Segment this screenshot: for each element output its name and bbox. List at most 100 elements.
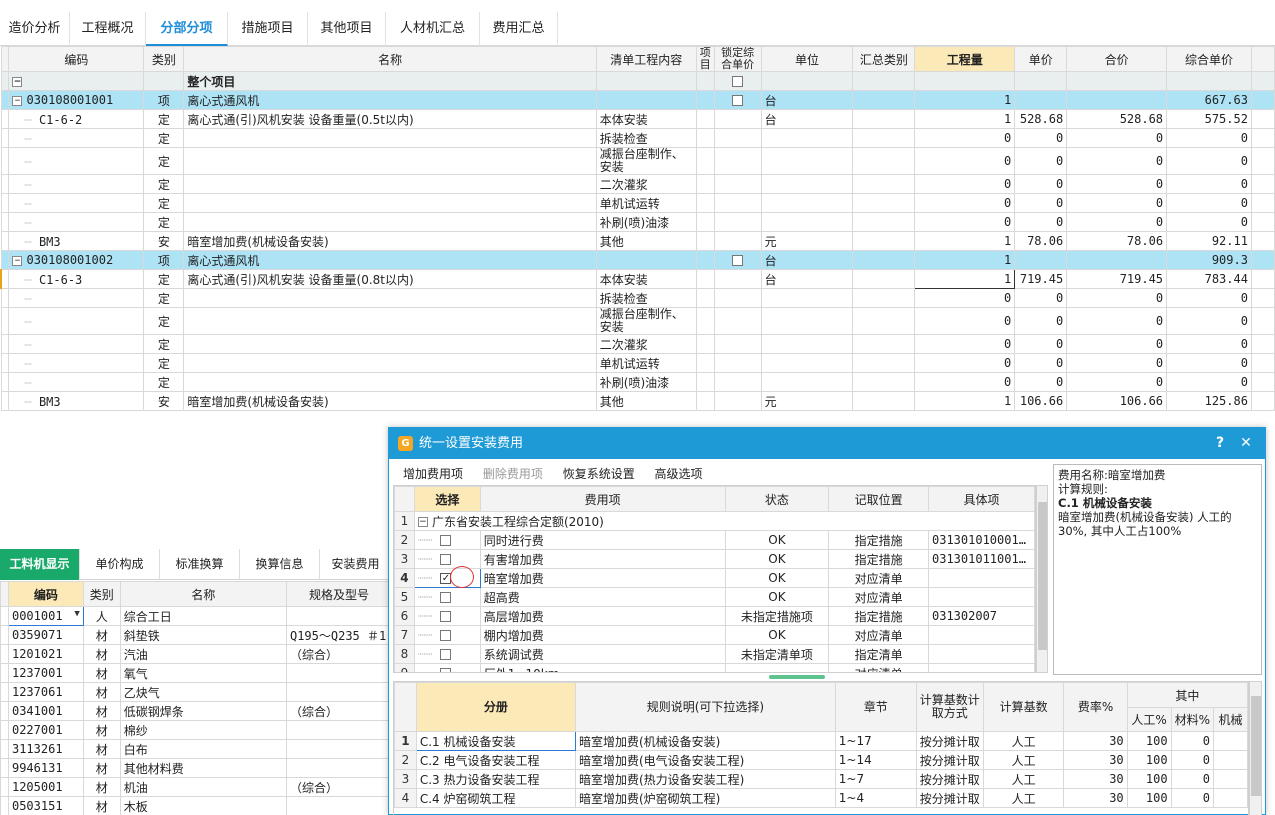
lock-cell[interactable] <box>713 372 762 392</box>
unit-price-cell[interactable] <box>1014 250 1068 270</box>
rate-cell[interactable]: 30 <box>1063 731 1128 751</box>
rule-row[interactable]: 1 C.1 机械设备安装 暗室增加费(机械设备安装) 1~17 按分摊计取 人工 30 100… <box>394 731 1248 751</box>
table-row[interactable]: 0341001 材低碳钢焊条 （综合） <box>0 701 392 721</box>
table-row[interactable]: 1237001 材氧气 <box>0 663 392 683</box>
composite-price-cell[interactable]: 0 <box>1166 353 1252 373</box>
type-cell[interactable]: 材 <box>82 644 121 664</box>
unit-price-cell[interactable]: 0 <box>1014 193 1068 213</box>
total-price-cell[interactable]: 0 <box>1066 212 1168 232</box>
machine-pct-cell[interactable] <box>1213 769 1248 789</box>
code-cell[interactable]: 0359071 <box>7 625 84 645</box>
rule-row[interactable]: 2 C.2 电气设备安装工程 暗室增加费(电气设备安装工程) 1~14 按分摊计取 人工 3… <box>394 750 1248 770</box>
column-header[interactable]: 汇总类别 <box>852 46 916 72</box>
unit-price-cell[interactable]: 0 <box>1014 147 1068 175</box>
name-cell[interactable] <box>183 193 597 213</box>
detail-tab-4[interactable]: 安装费用 <box>320 549 392 580</box>
name-cell[interactable]: 离心式通(引)风机安装 设备重量(0.5t以内) <box>183 109 597 129</box>
unit-price-cell[interactable]: 0 <box>1014 288 1068 308</box>
content-cell[interactable]: 减振台座制作、安装 <box>595 147 697 175</box>
fee-name-cell[interactable]: 同时进行费 <box>479 530 726 550</box>
spec-cell[interactable] <box>285 606 392 626</box>
summary-type-cell[interactable] <box>852 334 916 354</box>
content-cell[interactable]: 单机试运转 <box>595 193 697 213</box>
calc-mode-cell[interactable]: 按分摊计取 <box>915 750 984 770</box>
chapter-cell[interactable]: 1~4 <box>834 788 917 808</box>
collapse-icon[interactable]: − <box>12 255 23 266</box>
unit-cell[interactable]: 元 <box>760 231 854 251</box>
unit-cell[interactable]: 台 <box>760 269 854 289</box>
unit-price-cell[interactable]: 0 <box>1014 353 1068 373</box>
book-cell[interactable]: C.3 热力设备安装工程 <box>415 769 577 789</box>
content-cell[interactable]: 补刷(喷)油漆 <box>595 212 697 232</box>
calc-base-cell[interactable]: 人工 <box>982 769 1065 789</box>
table-row[interactable]: −030108001002 项离心式通风机台 1 909.3 <box>0 250 1275 270</box>
fee-row[interactable]: 2 ┈┈ 同时进行费 OK 指定措施 031301010001… <box>394 530 1035 550</box>
name-cell[interactable]: 棉纱 <box>119 720 287 740</box>
tab-0[interactable]: 造价分析 <box>0 12 70 46</box>
specific-item-cell[interactable]: 031301011001… <box>928 549 1035 569</box>
tab-3[interactable]: 措施项目 <box>228 12 308 46</box>
type-cell[interactable]: 定 <box>143 212 185 232</box>
quantity-cell[interactable]: 0 <box>914 174 1016 194</box>
code-cell[interactable]: ┈ C1-6-2 <box>8 109 145 129</box>
collapse-icon[interactable]: − <box>12 95 23 106</box>
quantity-cell[interactable]: 0 <box>914 288 1016 308</box>
labor-pct-cell[interactable]: 100 <box>1126 788 1172 808</box>
name-cell[interactable]: 乙炔气 <box>119 682 287 702</box>
type-cell[interactable]: 定 <box>143 193 185 213</box>
column-header[interactable]: 类别 <box>143 46 185 72</box>
dropdown-arrow-icon[interactable]: ▼ <box>74 609 79 619</box>
quantity-cell[interactable]: 0 <box>914 128 1016 148</box>
spec-cell[interactable]: （综合） <box>285 644 392 664</box>
delete-fee-item-button[interactable]: 删除费用项 <box>483 464 543 484</box>
column-header[interactable]: 项目 <box>695 46 715 72</box>
fee-row[interactable]: 3 ┈┈ 有害增加费 OK 指定措施 031301011001… <box>394 549 1035 569</box>
code-cell[interactable]: 0001001 ▼ <box>7 606 84 626</box>
column-header[interactable]: 机械 <box>1213 707 1248 732</box>
type-cell[interactable]: 定 <box>143 288 185 308</box>
table-row[interactable]: ┈ 定拆装检查 0 0 0 0 <box>0 128 1275 148</box>
column-header[interactable]: 规则说明(可下拉选择) <box>575 682 836 732</box>
lock-cell[interactable] <box>713 269 762 289</box>
collapse-icon[interactable]: − <box>417 517 428 527</box>
content-cell[interactable]: 二次灌浆 <box>595 334 697 354</box>
type-cell[interactable]: 材 <box>82 625 121 645</box>
specific-item-cell[interactable] <box>928 587 1035 607</box>
type-cell[interactable]: 材 <box>82 739 121 759</box>
name-cell[interactable] <box>183 174 597 194</box>
code-cell[interactable]: ┈ <box>8 212 145 232</box>
name-cell[interactable]: 汽油 <box>119 644 287 664</box>
column-header[interactable]: 类别 <box>82 581 121 607</box>
composite-price-cell[interactable]: 92.11 <box>1166 231 1252 251</box>
lock-checkbox[interactable] <box>732 255 744 266</box>
table-row[interactable]: ┈ 定单机试运转 0 0 0 0 <box>0 193 1275 213</box>
add-fee-item-button[interactable]: 增加费用项 <box>403 464 463 484</box>
code-cell[interactable]: ┈ C1-6-3 <box>8 269 145 289</box>
tab-5[interactable]: 人材机汇总 <box>386 12 480 46</box>
position-cell[interactable]: 指定措施 <box>828 606 929 626</box>
content-cell[interactable]: 本体安装 <box>595 269 697 289</box>
table-row[interactable]: ┈ 定拆装检查 0 0 0 0 <box>0 288 1275 308</box>
specific-item-cell[interactable]: 031301010001… <box>928 530 1035 550</box>
unit-cell[interactable] <box>760 353 854 373</box>
type-cell[interactable]: 安 <box>143 391 185 411</box>
table-row[interactable]: 9946131 材其他材料费 <box>0 758 392 778</box>
composite-price-cell[interactable]: 0 <box>1166 147 1252 175</box>
code-cell[interactable]: 1237061 <box>7 682 84 702</box>
name-cell[interactable] <box>183 334 597 354</box>
column-header[interactable]: 章节 <box>834 682 917 732</box>
select-checkbox[interactable] <box>440 630 452 641</box>
lock-checkbox[interactable] <box>732 95 744 106</box>
table-row[interactable]: 0503151 材木板 <box>0 796 392 815</box>
column-header[interactable]: 记取位置 <box>828 486 929 512</box>
rule-cell[interactable]: 暗室增加费(机械设备安装) <box>575 731 836 751</box>
name-cell[interactable]: 白布 <box>119 739 287 759</box>
composite-price-cell[interactable]: 0 <box>1166 128 1252 148</box>
unit-price-cell[interactable]: 0 <box>1014 174 1068 194</box>
code-cell[interactable]: 1237001 <box>7 663 84 683</box>
type-cell[interactable]: 人 <box>82 606 121 626</box>
summary-type-cell[interactable] <box>852 391 916 411</box>
composite-price-cell[interactable]: 0 <box>1166 288 1252 308</box>
lock-cell[interactable] <box>713 128 762 148</box>
lock-cell[interactable] <box>713 307 762 335</box>
